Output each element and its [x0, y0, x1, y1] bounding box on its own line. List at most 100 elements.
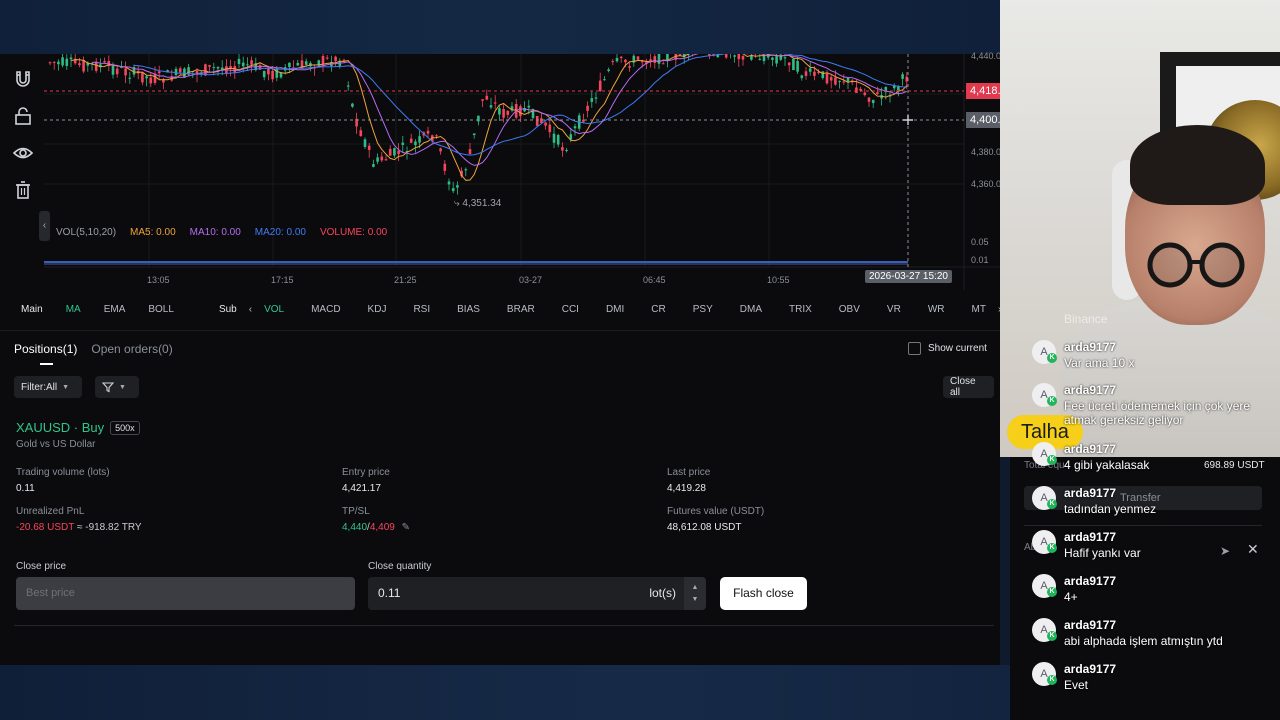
- stepper-up-icon[interactable]: ▲: [692, 582, 699, 594]
- close-price-input[interactable]: Best price: [16, 577, 355, 610]
- candle: [523, 107, 526, 112]
- symbol-description: Gold vs US Dollar: [16, 439, 96, 450]
- tab-cci[interactable]: CCI: [562, 304, 579, 315]
- chat-username: arda9177: [1064, 486, 1117, 500]
- candle: [393, 148, 396, 156]
- tab-bias[interactable]: BIAS: [457, 304, 480, 315]
- show-current-toggle[interactable]: Show current: [908, 342, 987, 355]
- candle: [540, 118, 543, 123]
- entry-price-label: Entry price: [342, 467, 390, 478]
- position-symbol[interactable]: XAUUSD · Buy 500x: [16, 420, 140, 435]
- tab-brar[interactable]: BRAR: [507, 304, 535, 315]
- filter-options-button[interactable]: ▼: [95, 376, 139, 398]
- flash-close-button[interactable]: Flash close: [720, 577, 807, 610]
- candle: [124, 68, 127, 76]
- candle: [624, 59, 627, 63]
- tab-positions[interactable]: Positions(1): [14, 342, 77, 356]
- price-chart[interactable]: 4,440.0 4,380.0 4,360.0 4,418.8 4,400.4 …: [44, 51, 1001, 290]
- chevron-left-icon[interactable]: ‹: [249, 304, 252, 315]
- tab-obv[interactable]: OBV: [839, 304, 860, 315]
- tab-macd[interactable]: MACD: [311, 304, 340, 315]
- tab-vr[interactable]: VR: [887, 304, 901, 315]
- chat-username: arda9177: [1064, 574, 1117, 588]
- candle: [556, 134, 560, 145]
- candle: [838, 80, 841, 82]
- last-price-label: Last price: [667, 467, 711, 478]
- last-price-tag: 4,418.8: [966, 83, 1000, 99]
- candle: [653, 56, 657, 63]
- tab-ma[interactable]: MA: [66, 304, 81, 315]
- kick-badge-icon: K: [1047, 631, 1057, 641]
- chart-tool-rail: [0, 54, 44, 290]
- filter-label: Filter:All: [21, 381, 58, 393]
- kick-badge-icon: K: [1047, 587, 1057, 597]
- candle: [52, 61, 56, 63]
- time-axis-label: 17:15: [271, 275, 294, 285]
- show-current-checkbox[interactable]: [908, 342, 921, 355]
- edit-pencil-icon[interactable]: ✎: [402, 522, 410, 533]
- candle: [65, 58, 69, 66]
- magnet-icon[interactable]: [12, 68, 34, 90]
- candle: [901, 74, 904, 79]
- tab-mt[interactable]: MT: [971, 304, 985, 315]
- lock-icon[interactable]: [12, 105, 34, 127]
- candle: [94, 61, 98, 71]
- volume-axis-label: 0.01: [971, 255, 989, 265]
- leverage-badge[interactable]: 500x: [110, 420, 140, 435]
- candle: [796, 60, 799, 72]
- candle: [149, 77, 153, 84]
- candle: [325, 57, 329, 59]
- candle: [813, 71, 816, 76]
- chat-text: tadından yenmez: [1064, 502, 1157, 516]
- stepper-down-icon[interactable]: ▼: [692, 594, 699, 606]
- show-current-label: Show current: [928, 343, 987, 354]
- candle: [346, 85, 350, 87]
- entry-price-value: 4,421.17: [342, 483, 381, 494]
- tab-psy[interactable]: PSY: [693, 304, 713, 315]
- chat-text: abi alphada işlem atmıştın ytd: [1064, 634, 1223, 648]
- tab-dmi[interactable]: DMI: [606, 304, 624, 315]
- tab-rsi[interactable]: RSI: [413, 304, 430, 315]
- tab-vol[interactable]: VOL: [264, 304, 284, 315]
- tpsl-value[interactable]: 4,440/4,409 ✎: [342, 522, 410, 533]
- pnl-usdt: -20.68 USDT: [16, 522, 75, 533]
- futures-value-label: Futures value (USDT): [667, 506, 765, 517]
- indicator-tab-bar: Main MA EMA BOLL Sub ‹ VOL MACD KDJ RSI …: [0, 292, 1001, 326]
- candle: [208, 65, 211, 67]
- section-divider: [0, 330, 1000, 331]
- candle: [296, 62, 300, 66]
- tab-dma[interactable]: DMA: [740, 304, 762, 315]
- tab-open-orders[interactable]: Open orders(0): [91, 342, 172, 356]
- candle: [271, 70, 274, 80]
- eye-icon[interactable]: [12, 142, 34, 164]
- filter-dropdown[interactable]: Filter:All ▼: [14, 376, 82, 398]
- candle: [775, 56, 778, 64]
- candle: [607, 69, 610, 72]
- close-quantity-value: 0.11: [378, 586, 401, 600]
- tab-boll[interactable]: BOLL: [148, 304, 174, 315]
- unrealized-pnl-value: -20.68 USDT ≈ -918.82 TRY: [16, 522, 142, 533]
- candle: [204, 64, 207, 76]
- candle: [367, 145, 371, 150]
- tab-kdj[interactable]: KDJ: [368, 304, 387, 315]
- symbol-name[interactable]: XAUUSD · Buy: [16, 420, 104, 435]
- active-tab-underline: [40, 363, 53, 365]
- candle: [666, 54, 669, 61]
- kick-badge-icon: K: [1047, 353, 1057, 363]
- candle: [481, 99, 484, 101]
- tab-wr[interactable]: WR: [928, 304, 945, 315]
- chat-username: arda9177: [1064, 340, 1117, 354]
- tab-trix[interactable]: TRIX: [789, 304, 812, 315]
- tab-cr[interactable]: CR: [651, 304, 665, 315]
- candle: [842, 81, 846, 83]
- caret-down-icon: ▼: [119, 383, 126, 391]
- chat-username: arda9177: [1064, 618, 1117, 632]
- tab-ema[interactable]: EMA: [104, 304, 126, 315]
- trash-icon[interactable]: [12, 179, 34, 201]
- quantity-stepper[interactable]: ▲ ▼: [684, 577, 706, 610]
- candlestick-chart[interactable]: [44, 54, 1000, 290]
- stop-loss-value: 4,409: [369, 522, 395, 533]
- close-quantity-input[interactable]: 0.11 lot(s) ▲ ▼: [368, 577, 706, 610]
- candle: [762, 56, 766, 62]
- close-all-button[interactable]: Close all: [943, 376, 994, 398]
